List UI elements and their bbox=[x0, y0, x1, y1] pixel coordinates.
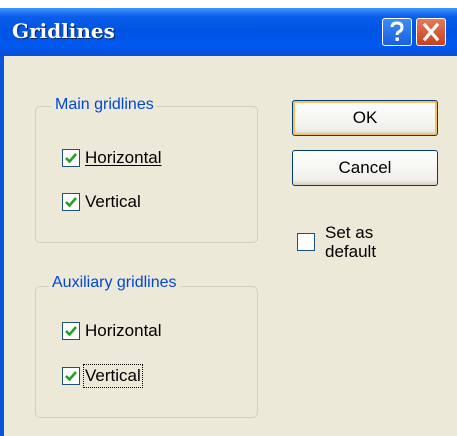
set-as-default-label: Set as default bbox=[325, 223, 405, 261]
aux-vertical-label: Vertical bbox=[83, 364, 143, 388]
question-mark-icon bbox=[390, 21, 404, 41]
checkmark-icon bbox=[65, 371, 77, 382]
main-vertical-checkbox-row[interactable]: Vertical bbox=[62, 192, 141, 212]
aux-horizontal-label: Horizontal bbox=[85, 321, 162, 340]
main-horizontal-checkbox[interactable] bbox=[62, 149, 80, 167]
checkmark-icon bbox=[65, 197, 77, 208]
main-horizontal-checkbox-row[interactable]: Horizontal bbox=[62, 148, 162, 168]
aux-horizontal-checkbox-row[interactable]: Horizontal bbox=[62, 321, 162, 341]
aux-vertical-checkbox-row[interactable]: Vertical bbox=[62, 364, 143, 388]
set-as-default-checkbox[interactable] bbox=[297, 233, 315, 251]
dialog-title: Gridlines bbox=[12, 19, 115, 43]
main-gridlines-label: Main gridlines bbox=[52, 96, 157, 114]
auxiliary-gridlines-group bbox=[35, 286, 258, 418]
aux-horizontal-checkbox[interactable] bbox=[62, 322, 80, 340]
title-bar[interactable]: Gridlines bbox=[0, 8, 457, 56]
close-icon bbox=[422, 22, 440, 42]
help-button[interactable] bbox=[382, 18, 412, 46]
close-button[interactable] bbox=[416, 18, 446, 46]
checkmark-icon bbox=[65, 153, 77, 164]
aux-vertical-checkbox[interactable] bbox=[62, 367, 80, 385]
main-horizontal-label: Horizontal bbox=[85, 148, 162, 167]
checkmark-icon bbox=[65, 326, 77, 337]
window-border bbox=[0, 56, 4, 436]
ok-button[interactable]: OK bbox=[292, 100, 438, 136]
main-gridlines-group bbox=[35, 106, 258, 243]
main-vertical-label: Vertical bbox=[85, 192, 141, 211]
auxiliary-gridlines-label: Auxiliary gridlines bbox=[49, 274, 180, 292]
cancel-button[interactable]: Cancel bbox=[292, 150, 438, 186]
main-vertical-checkbox[interactable] bbox=[62, 193, 80, 211]
background-window-strip bbox=[0, 0, 457, 8]
set-as-default-line1: Set as bbox=[325, 223, 374, 242]
set-as-default-line2: default bbox=[325, 242, 377, 261]
